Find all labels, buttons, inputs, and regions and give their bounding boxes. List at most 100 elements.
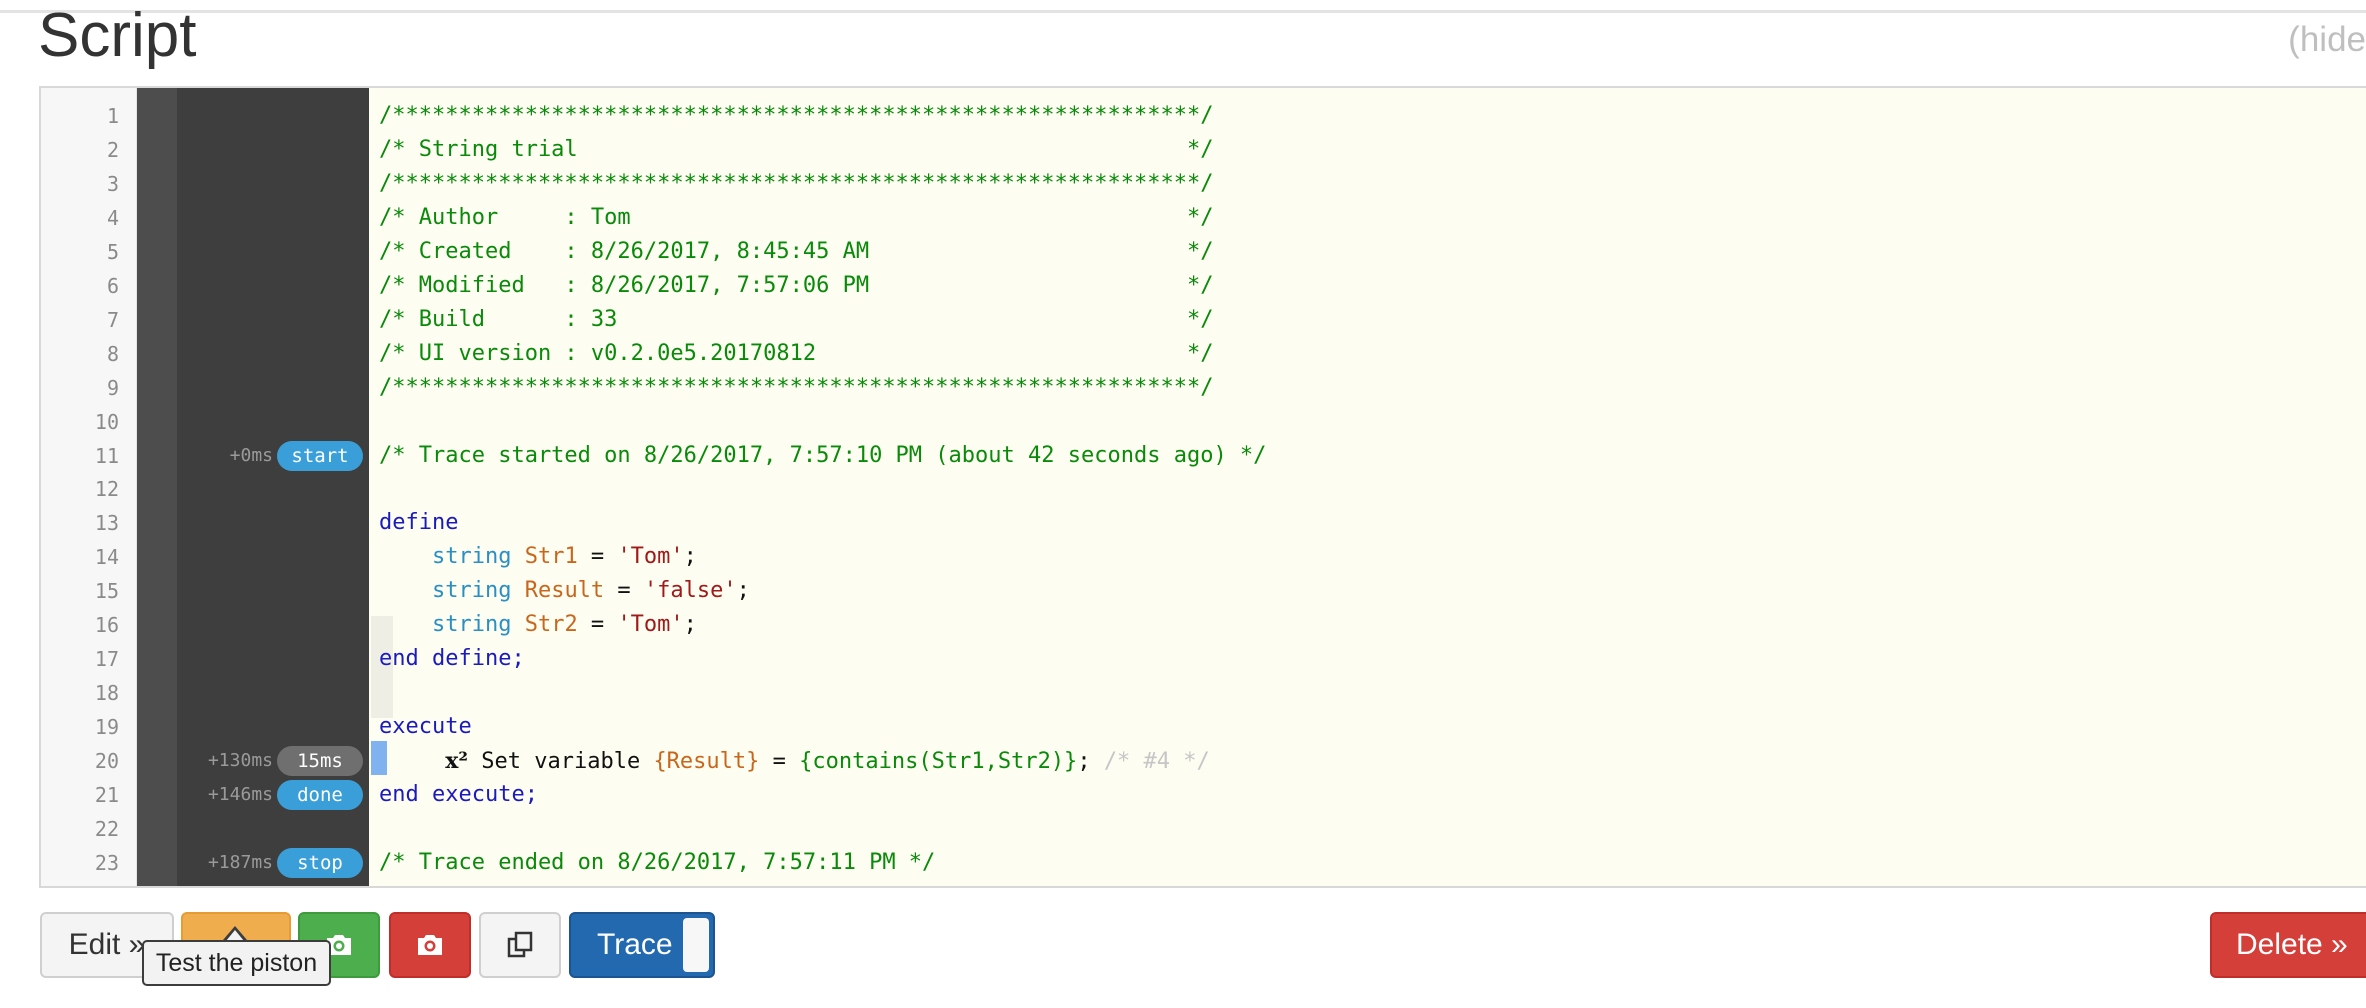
line-number: 11 — [94, 443, 119, 468]
code-line: /***************************************… — [379, 167, 1213, 201]
code-token: ; — [736, 578, 750, 604]
code-token: define — [379, 510, 459, 536]
code-token: execute — [379, 714, 472, 740]
line-number: 15 — [94, 579, 119, 604]
line-number: 2 — [106, 137, 119, 162]
code-line: string Str2 = 'Tom'; — [379, 608, 697, 642]
line-number: 4 — [106, 205, 119, 230]
line-number: 7 — [106, 307, 119, 332]
trace-toggle[interactable]: Trace — [569, 912, 715, 978]
code-token: /***************************************… — [379, 170, 1214, 196]
code-token: = — [759, 749, 800, 775]
code-token: 'Tom' — [617, 544, 684, 570]
code-token: /***************************************… — [379, 103, 1214, 128]
line-number: 12 — [94, 477, 119, 502]
trace-badge: start — [277, 440, 363, 471]
code-line: /* UI version : v0.2.0e5.20170812 */ — [379, 337, 1213, 371]
code-line: /***************************************… — [379, 99, 1213, 133]
line-number: 6 — [106, 273, 119, 298]
code-token: {contains(Str1,Str2)} — [799, 749, 1078, 775]
line-number: 10 — [94, 409, 119, 434]
code-editor: /***************************************… — [39, 86, 2366, 888]
trace-badge: done — [277, 780, 363, 810]
trace-time: +187ms — [207, 851, 273, 873]
code-token: ; — [683, 544, 697, 570]
code-line: /* Trace started on 8/26/2017, 7:57:10 P… — [379, 439, 1266, 473]
line-number: 16 — [94, 613, 119, 638]
line-number: 5 — [106, 239, 119, 264]
code-line: define — [379, 506, 458, 540]
code-line: /* Modified : 8/26/2017, 7:57:06 PM */ — [379, 269, 1213, 303]
red-snapshot-button[interactable] — [389, 912, 471, 978]
code-token: /* UI version : v0.2.0e5.20170812 */ — [379, 340, 1214, 366]
code-token: 'Tom' — [617, 612, 684, 638]
code-token: /* Modified : 8/26/2017, 7:57:06 PM */ — [379, 272, 1214, 298]
page-title: Script — [38, 1, 197, 70]
code-line: /***************************************… — [379, 371, 1213, 405]
code-token: = — [604, 578, 644, 604]
code-token: end define; — [379, 646, 525, 672]
code-line: /* Author : Tom */ — [379, 201, 1213, 235]
code-token: string — [431, 544, 525, 570]
line-number: 22 — [94, 816, 119, 841]
code-token: /* Trace started on 8/26/2017, 7:57:10 P… — [379, 442, 1267, 468]
line-number: 1 — [106, 104, 119, 128]
code-token: /* Author : Tom */ — [379, 204, 1214, 230]
code-token: x² — [445, 748, 468, 775]
code-line: /* Trace ended on 8/26/2017, 7:57:11 PM … — [379, 846, 935, 880]
duplicate-button[interactable] — [479, 912, 561, 978]
code-token: Str1 — [524, 544, 578, 570]
line-number: 14 — [94, 545, 119, 570]
line-number: 21 — [94, 783, 119, 807]
duplicate-icon — [507, 931, 533, 958]
code-line: x² Set variable {Result} = {contains(Str… — [379, 744, 1210, 778]
code-line: end execute; — [379, 778, 538, 812]
line-number: 18 — [94, 681, 119, 706]
code-line: execute — [379, 710, 472, 744]
line-number: 17 — [94, 647, 119, 672]
line-number: 3 — [106, 171, 119, 196]
code-token: {Result} — [653, 749, 760, 775]
code-token: = — [577, 612, 618, 638]
code-token: /* #4 */ — [1103, 749, 1210, 775]
code-token: /* Created : 8/26/2017, 8:45:45 AM */ — [379, 238, 1214, 264]
trace-time: +130ms — [207, 750, 273, 772]
code-token: /***************************************… — [379, 374, 1214, 400]
code-line: /* Created : 8/26/2017, 8:45:45 AM */ — [379, 235, 1213, 269]
trace-badge: stop — [277, 847, 363, 878]
fold-gutter — [137, 88, 177, 886]
code-token: Str2 — [524, 612, 578, 638]
line-number: 8 — [106, 341, 119, 366]
code-token: = — [577, 544, 618, 570]
code-line: /* String trial */ — [379, 133, 1213, 167]
code-line: string Str1 = 'Tom'; — [379, 540, 697, 574]
code-line: /* Build : 33 */ — [379, 303, 1213, 337]
code-token: end execute; — [379, 782, 538, 807]
code-token: Set variable — [468, 749, 654, 775]
code-token: string — [431, 612, 525, 638]
code-token: ; — [683, 612, 697, 638]
code-token: string — [431, 578, 525, 604]
line-number: 20 — [94, 749, 119, 774]
trace-time: +146ms — [207, 784, 273, 805]
trace-badge: 15ms — [277, 746, 363, 777]
line-number: 13 — [94, 511, 119, 536]
code-token: Result — [524, 578, 605, 604]
line-number: 19 — [94, 715, 119, 740]
delete-button[interactable]: Delete » — [2210, 912, 2366, 978]
code-token: /* String trial */ — [379, 136, 1214, 162]
toggle-knob — [683, 918, 709, 972]
hide-link[interactable]: (hide — [2288, 20, 2366, 60]
tooltip: Test the piston — [142, 940, 331, 986]
camera-icon — [418, 935, 442, 955]
trace-time: +0ms — [229, 444, 273, 466]
code-area: /***************************************… — [371, 88, 2366, 886]
code-token: /* Build : 33 */ — [379, 306, 1214, 332]
code-token: 'false' — [643, 578, 737, 604]
code-token: /* Trace ended on 8/26/2017, 7:57:11 PM … — [379, 849, 936, 875]
trace-toggle-label: Trace — [597, 928, 673, 961]
top-bar — [0, 0, 2366, 13]
